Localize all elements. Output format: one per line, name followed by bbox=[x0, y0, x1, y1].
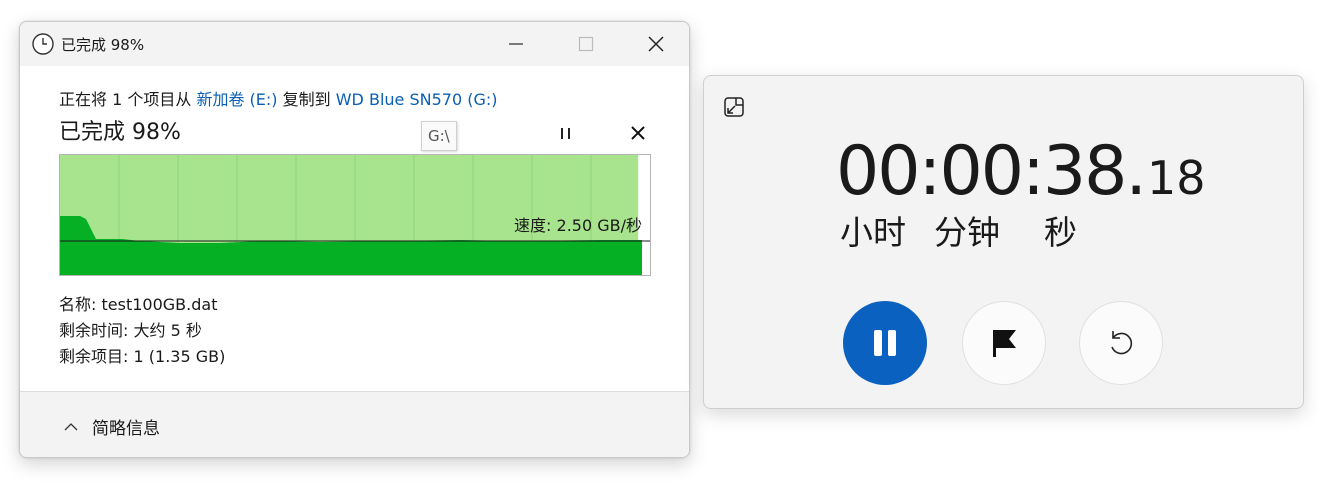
fewer-details-label: 简略信息 bbox=[92, 419, 160, 439]
pause-copy-button[interactable] bbox=[556, 124, 576, 144]
expand-window-icon bbox=[724, 97, 744, 117]
window-title: 已完成 98% bbox=[61, 36, 145, 54]
lap-button[interactable] bbox=[962, 301, 1046, 385]
maximize-icon bbox=[578, 36, 594, 52]
titlebar: 已完成 98% bbox=[20, 22, 689, 66]
time-value: 大约 5 秒 bbox=[133, 321, 202, 340]
maximize-button[interactable] bbox=[551, 22, 621, 66]
items-label: 剩余项目: bbox=[59, 347, 129, 366]
reset-button[interactable] bbox=[1079, 301, 1163, 385]
source-link[interactable]: 新加卷 (E:) bbox=[196, 90, 277, 109]
dialog-footer: 简略信息 bbox=[20, 392, 689, 457]
dialog-body: 正在将 1 个项目从 新加卷 (E:) 复制到 WD Blue SN570 (G… bbox=[20, 66, 689, 457]
pause-icon bbox=[874, 330, 896, 356]
detail-name: 名称: test100GB.dat bbox=[59, 292, 225, 318]
stopwatch-window: 00:00:38.18 小时 分钟 秒 bbox=[703, 75, 1304, 409]
copy-description: 正在将 1 个项目从 新加卷 (E:) 复制到 WD Blue SN570 (G… bbox=[59, 86, 497, 110]
hours-label: 小时 bbox=[840, 213, 906, 252]
minimize-button[interactable] bbox=[481, 22, 551, 66]
seconds-label: 秒 bbox=[1044, 213, 1077, 252]
minutes-label: 分钟 bbox=[934, 213, 1000, 252]
time-fraction: 18 bbox=[1147, 151, 1206, 205]
name-value: test100GB.dat bbox=[101, 295, 218, 314]
flag-icon bbox=[993, 330, 1016, 357]
copy-details: 名称: test100GB.dat 剩余时间: 大约 5 秒 剩余项目: 1 (… bbox=[59, 292, 225, 370]
chevron-up-icon bbox=[64, 422, 78, 430]
cancel-copy-button[interactable] bbox=[627, 122, 649, 144]
reset-icon bbox=[1111, 331, 1133, 355]
detail-time-remaining: 剩余时间: 大约 5 秒 bbox=[59, 318, 225, 344]
copy-middle: 复制到 bbox=[282, 90, 331, 109]
speed-graph: 速度: 2.50 GB/秒 bbox=[59, 154, 651, 276]
minimize-icon bbox=[509, 43, 523, 45]
file-copy-dialog: 已完成 98% 正在将 1 个项目从 新加卷 (E:) 复制到 WD Blue … bbox=[19, 21, 690, 458]
destination-link[interactable]: WD Blue SN570 (G:) bbox=[336, 90, 498, 109]
time-main: 00:00:38. bbox=[836, 132, 1147, 211]
close-icon bbox=[631, 126, 645, 140]
close-button[interactable] bbox=[621, 22, 689, 66]
time-label: 剩余时间: bbox=[59, 321, 129, 340]
path-tooltip: G:\ bbox=[421, 121, 457, 151]
items-value: 1 (1.35 GB) bbox=[133, 347, 226, 366]
close-icon bbox=[648, 36, 664, 52]
copy-prefix: 正在将 1 个项目从 bbox=[59, 90, 192, 109]
fewer-details-toggle[interactable]: 简略信息 bbox=[64, 414, 160, 439]
progress-heading: 已完成 98% bbox=[59, 120, 181, 145]
exit-compact-overlay-button[interactable] bbox=[722, 95, 746, 119]
name-label: 名称: bbox=[59, 295, 97, 314]
pause-icon bbox=[561, 128, 570, 139]
detail-items-remaining: 剩余项目: 1 (1.35 GB) bbox=[59, 344, 225, 370]
pause-button[interactable] bbox=[843, 301, 927, 385]
clock-icon bbox=[31, 32, 55, 56]
elapsed-time: 00:00:38.18 bbox=[836, 132, 1206, 211]
speed-label: 速度: 2.50 GB/秒 bbox=[514, 216, 642, 235]
